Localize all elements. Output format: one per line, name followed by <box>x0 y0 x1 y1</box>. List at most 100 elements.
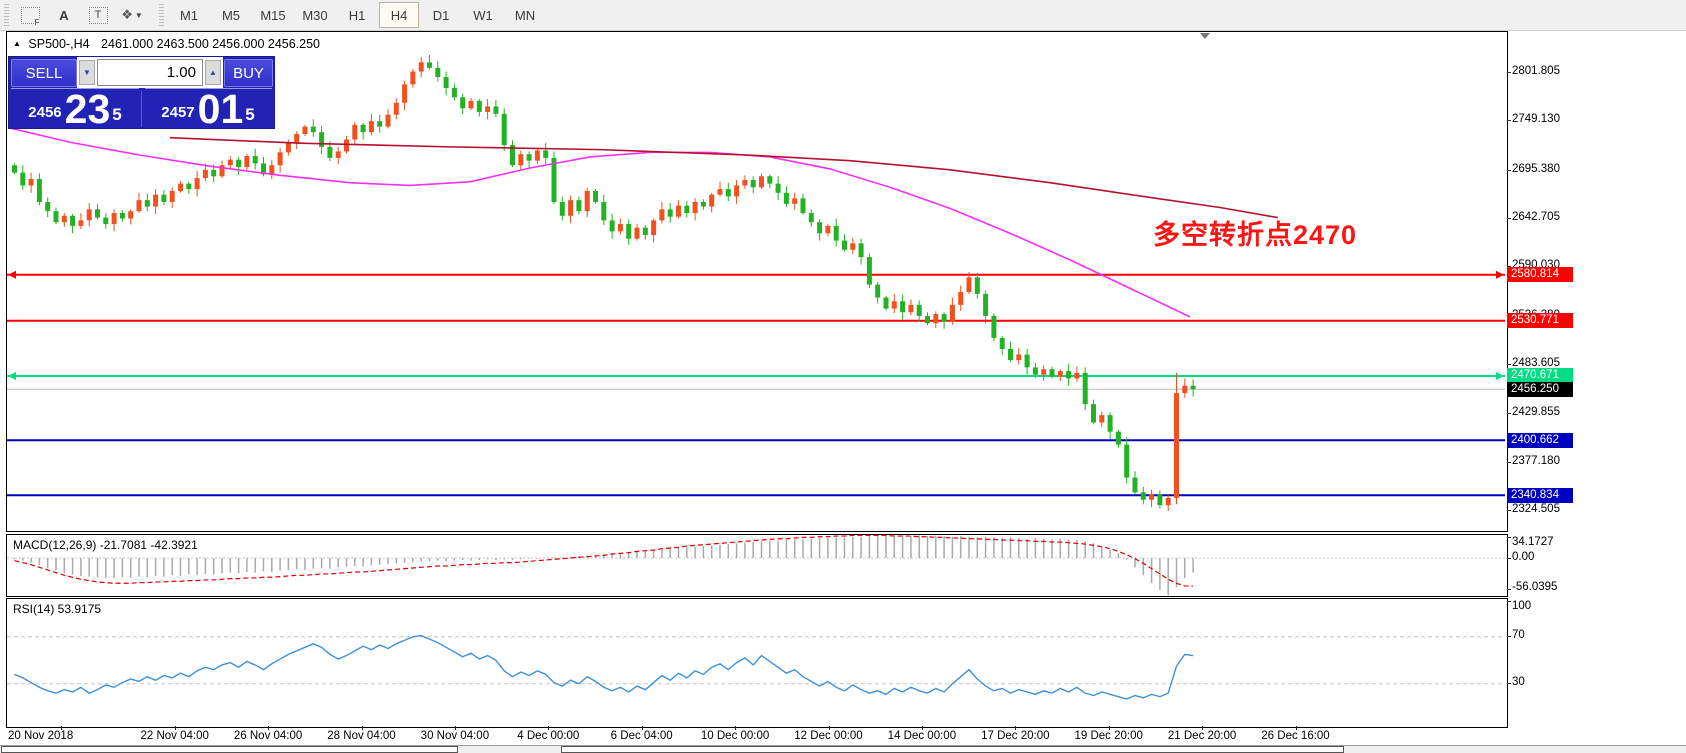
time-axis-tick <box>642 726 643 730</box>
macd-canvas <box>7 535 1505 595</box>
candle <box>718 189 723 195</box>
price-axis-tick <box>1507 120 1511 121</box>
candle <box>825 226 830 233</box>
shapes-tool-button[interactable]: ❖ ▼ <box>118 2 146 28</box>
macd-min-tick <box>1507 589 1511 590</box>
candle <box>1016 355 1021 361</box>
volume-increase-button[interactable]: ▲ <box>205 60 221 85</box>
timeframe-button-D1[interactable]: D1 <box>421 2 461 28</box>
buy-price[interactable]: 2457 01 5 <box>142 90 274 130</box>
time-axis-label: 19 Dec 20:00 <box>1074 730 1142 742</box>
candle <box>776 184 781 193</box>
top-toolbar: A T ❖ ▼ M1M5M15M30H1H4D1W1MN <box>0 0 1686 31</box>
chart-annotation-text[interactable]: 多空转折点2470 <box>1153 213 1357 252</box>
candle <box>1074 373 1079 379</box>
time-axis[interactable]: 20 Nov 201822 Nov 04:0026 Nov 04:0028 No… <box>6 729 1508 745</box>
timeframe-button-M30[interactable]: M30 <box>295 2 335 28</box>
candle <box>319 132 324 147</box>
candle <box>908 305 913 312</box>
candle <box>950 305 955 322</box>
time-axis-tick <box>455 726 456 730</box>
candle <box>958 292 963 305</box>
candle <box>178 184 183 191</box>
time-axis-tick <box>829 726 830 730</box>
timeframe-button-M15[interactable]: M15 <box>253 2 293 28</box>
candle <box>560 202 565 216</box>
candle <box>286 143 291 152</box>
candle <box>493 106 498 113</box>
rsi-label: RSI(14) 53.9175 <box>13 602 101 616</box>
toolbar-grip[interactable] <box>4 4 9 26</box>
volume-input[interactable] <box>97 59 203 86</box>
horizontal-scrollbar[interactable] <box>0 745 1686 753</box>
sell-price[interactable]: 2456 23 5 <box>9 90 141 130</box>
chart-shift-marker-icon[interactable] <box>1200 33 1210 39</box>
candle <box>859 243 864 257</box>
time-axis-tick <box>1015 726 1016 730</box>
candle <box>62 216 67 222</box>
macd-scale-zero: 0.00 <box>1512 551 1534 563</box>
timeframe-button-MN[interactable]: MN <box>505 2 545 28</box>
candle <box>784 193 789 204</box>
candle <box>585 191 590 211</box>
timeframe-button-H4[interactable]: H4 <box>379 2 419 28</box>
candle <box>195 178 200 189</box>
candle <box>1124 445 1129 478</box>
candle <box>643 228 648 235</box>
timeframe-button-H1[interactable]: H1 <box>337 2 377 28</box>
ma-crimson-line <box>170 138 1278 218</box>
time-axis-tick <box>1202 726 1203 730</box>
candle <box>20 173 25 186</box>
sell-button[interactable]: SELL <box>11 59 77 87</box>
buy-button[interactable]: BUY <box>224 59 273 87</box>
rsi-scale-70: 70 <box>1512 629 1525 641</box>
candle <box>485 106 490 112</box>
candle <box>161 195 166 202</box>
candle <box>892 301 897 308</box>
volume-decrease-button[interactable]: ▼ <box>79 60 95 85</box>
candle <box>78 220 83 226</box>
candle <box>29 179 34 185</box>
candle <box>917 305 922 316</box>
candle <box>452 88 457 97</box>
candle <box>327 147 332 158</box>
candle <box>676 206 681 217</box>
candle <box>967 277 972 292</box>
candle <box>12 165 17 172</box>
timeframe-button-M5[interactable]: M5 <box>211 2 251 28</box>
candle <box>1149 494 1154 500</box>
candle <box>95 209 100 217</box>
time-axis-tick <box>175 726 176 730</box>
candle <box>460 97 465 108</box>
candle <box>635 228 640 239</box>
crosshair-grid-button[interactable] <box>16 2 44 28</box>
candle <box>269 165 274 174</box>
scrollbar-left-segment[interactable] <box>1 746 458 753</box>
price-axis-label: 2749.130 <box>1512 113 1582 125</box>
candle <box>726 189 731 196</box>
time-axis-label: 26 Nov 04:00 <box>234 730 302 742</box>
candle <box>1025 355 1030 368</box>
candle <box>991 316 996 338</box>
candle <box>410 72 415 85</box>
line-left-arrow <box>8 372 16 380</box>
candle <box>767 176 772 183</box>
toolbar-grip[interactable] <box>159 4 164 26</box>
timeframe-button-M1[interactable]: M1 <box>169 2 209 28</box>
candle <box>477 101 482 112</box>
candle <box>228 160 233 166</box>
price-axis-tick <box>1507 413 1511 414</box>
time-axis-tick <box>268 726 269 730</box>
candle <box>601 202 606 220</box>
candle <box>817 222 822 233</box>
time-axis-label: 22 Nov 04:00 <box>140 730 208 742</box>
scrollbar-thumb[interactable] <box>561 746 1344 753</box>
candle <box>933 314 938 323</box>
candle <box>402 84 407 102</box>
candle <box>1000 338 1005 349</box>
timeframe-button-W1[interactable]: W1 <box>463 2 503 28</box>
price-axis-tick <box>1507 170 1511 171</box>
label-tool-button[interactable]: A <box>50 2 78 28</box>
time-axis-label: 6 Dec 04:00 <box>611 730 673 742</box>
text-tool-button[interactable]: T <box>84 2 112 28</box>
